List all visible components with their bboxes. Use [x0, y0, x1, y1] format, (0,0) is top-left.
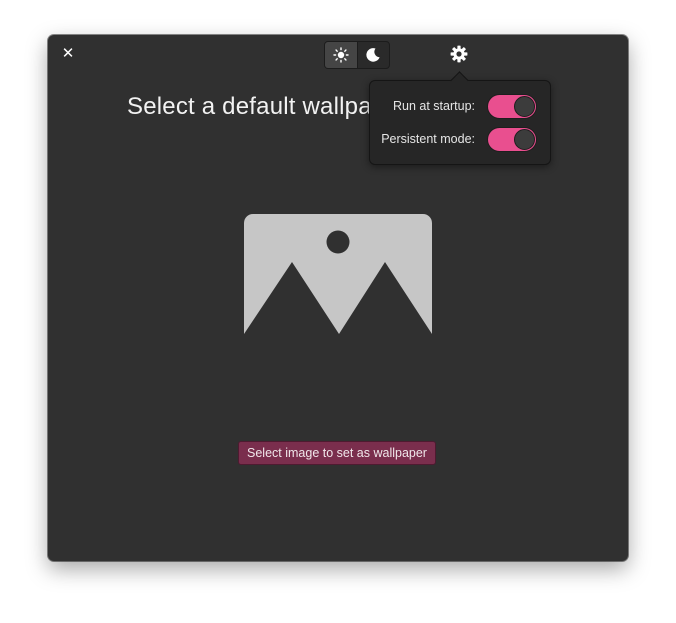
settings-popover: Run at startup: Persistent mode: [369, 71, 551, 165]
persistent-mode-label: Persistent mode: [381, 132, 475, 146]
persistent-mode-row: Persistent mode: [370, 126, 550, 154]
app-window: ✕ Select a default wallpaper Run at star… [48, 35, 628, 561]
toggle-knob [514, 129, 535, 150]
close-icon: ✕ [61, 45, 75, 62]
light-mode-segment[interactable] [325, 42, 358, 68]
run-at-startup-row: Run at startup: [370, 93, 550, 121]
dark-mode-segment[interactable] [358, 42, 390, 68]
sun-icon [333, 47, 349, 63]
run-at-startup-label: Run at startup: [393, 99, 475, 113]
select-image-button[interactable]: Select image to set as wallpaper [238, 441, 436, 465]
theme-mode-switch[interactable] [324, 41, 390, 69]
page-title: Select a default wallpaper [127, 93, 408, 120]
moon-icon [366, 48, 380, 62]
toggle-knob [514, 96, 535, 117]
image-placeholder-icon [244, 214, 432, 334]
run-at-startup-toggle[interactable] [487, 94, 537, 119]
close-button[interactable]: ✕ [60, 45, 76, 63]
settings-button[interactable] [450, 45, 468, 63]
gear-icon [450, 45, 468, 63]
popover-arrow [450, 71, 469, 90]
persistent-mode-toggle[interactable] [487, 127, 537, 152]
